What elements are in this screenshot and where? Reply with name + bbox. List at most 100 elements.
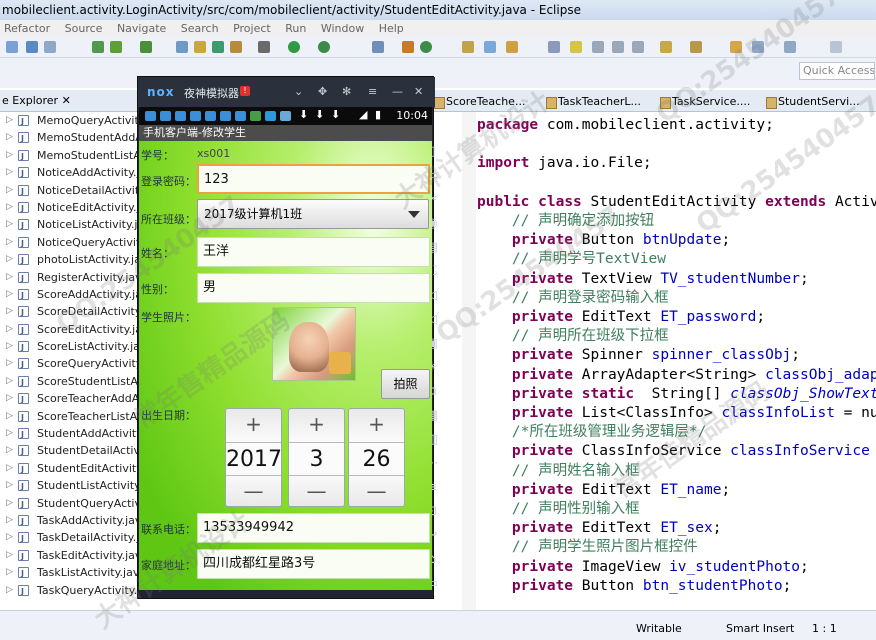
highlight-icon[interactable] (570, 41, 582, 53)
file-item[interactable]: ▷ MemoQueryActivity.j (0, 112, 140, 130)
expand-arrow-icon[interactable]: ▷ (6, 234, 13, 251)
month-picker[interactable]: +3— (288, 408, 345, 507)
minimize-icon[interactable]: — (392, 85, 403, 98)
menu-source[interactable]: Source (65, 22, 103, 35)
file-item[interactable]: ▷ MemoStudentAddAct (0, 129, 140, 147)
file-item[interactable]: ▷ ScoreListActivity.java (0, 338, 140, 356)
show-whitespace-icon[interactable] (612, 41, 624, 53)
annotation-icon[interactable] (660, 41, 672, 53)
menu-window[interactable]: Window (321, 22, 364, 35)
month-plus-button[interactable]: + (289, 409, 344, 439)
student-photo[interactable] (272, 307, 356, 381)
folder-icon[interactable] (230, 41, 242, 53)
file-item[interactable]: ▷ ScoreAddActivity.java (0, 286, 140, 304)
password-input[interactable]: 123 (197, 164, 430, 194)
run-icon[interactable] (288, 41, 300, 53)
year-picker[interactable]: +2017— (225, 408, 282, 507)
file-item[interactable]: ▷ TaskEditActivity.java (0, 547, 140, 565)
open-type-icon[interactable] (402, 41, 414, 53)
keyboard-icon[interactable]: ✥ (318, 85, 327, 98)
editor-tab-score-teacher[interactable]: ScoreTeache... (432, 92, 525, 112)
menu-project[interactable]: Project (233, 22, 271, 35)
month-value[interactable]: 3 (289, 442, 344, 476)
external-tools-icon[interactable] (318, 41, 330, 53)
menu-help[interactable]: Help (379, 22, 404, 35)
settings-icon[interactable]: ✻ (342, 85, 351, 98)
mark-occurrences-icon[interactable] (548, 41, 560, 53)
chevron-down-icon[interactable]: ⌄ (294, 85, 303, 98)
editor-tab-student-service[interactable]: StudentServi... (764, 92, 860, 112)
file-item[interactable]: ▷ TaskDetailActivity.ja (0, 529, 140, 547)
year-plus-button[interactable]: + (226, 409, 281, 439)
expand-arrow-icon[interactable]: ▷ (6, 408, 13, 425)
file-item[interactable]: ▷ TaskQueryActivity.java (0, 582, 140, 600)
sex-input[interactable]: 男 (197, 273, 430, 303)
expand-arrow-icon[interactable]: ▷ (6, 269, 13, 286)
file-item[interactable]: ▷ ScoreTeacherAddAct (0, 390, 140, 408)
year-minus-button[interactable]: — (226, 476, 281, 506)
file-item[interactable]: ▷ ScoreStudentListActi (0, 373, 140, 391)
file-item[interactable]: ▷ TaskAddActivity.java (0, 512, 140, 530)
save-icon[interactable] (26, 41, 38, 53)
menu-run[interactable]: Run (285, 22, 306, 35)
java-project-icon[interactable] (176, 41, 188, 53)
file-item[interactable]: ▷ ScoreQueryActivity.ja (0, 355, 140, 373)
search-icon[interactable] (372, 41, 384, 53)
expand-arrow-icon[interactable]: ▷ (6, 338, 13, 355)
save-all-icon[interactable] (44, 41, 56, 53)
paragraph-icon[interactable] (632, 41, 644, 53)
file-item[interactable]: ▷ ScoreTeacherListAct (0, 408, 140, 426)
file-item[interactable]: ▷ ScoreDetailActivity.ja (0, 303, 140, 321)
expand-arrow-icon[interactable]: ▷ (6, 199, 13, 216)
expand-arrow-icon[interactable]: ▷ (6, 286, 13, 303)
close-icon[interactable]: ✕ (414, 85, 423, 98)
menu-search[interactable]: Search (181, 22, 219, 35)
new-icon[interactable] (6, 41, 18, 53)
expand-arrow-icon[interactable]: ▷ (6, 390, 13, 407)
expand-arrow-icon[interactable]: ▷ (6, 216, 13, 233)
file-item[interactable]: ▷ NoticeDetailActivity. (0, 182, 140, 200)
file-item[interactable]: ▷ StudentEditActivity.ja (0, 460, 140, 478)
take-photo-button[interactable]: 拍照 (381, 369, 430, 399)
name-input[interactable]: 王洋 (197, 237, 430, 267)
menu-refactor[interactable]: Refactor (4, 22, 50, 35)
close-icon[interactable]: ✕ (62, 94, 71, 107)
expand-arrow-icon[interactable]: ▷ (6, 547, 13, 564)
expand-arrow-icon[interactable]: ▷ (6, 129, 13, 146)
expand-arrow-icon[interactable]: ▷ (6, 582, 13, 599)
package-icon[interactable] (194, 41, 206, 53)
task-icon[interactable] (484, 41, 496, 53)
day-picker[interactable]: +26— (348, 408, 405, 507)
expand-arrow-icon[interactable]: ▷ (6, 182, 13, 199)
file-item[interactable]: ▷ StudentListActivity.ja (0, 477, 140, 495)
expand-arrow-icon[interactable]: ▷ (6, 564, 13, 581)
file-item[interactable]: ▷ StudentQueryActivity (0, 495, 140, 513)
file-item[interactable]: ▷ RegisterActivity.java (0, 269, 140, 287)
code-editor[interactable]: package com.mobileclient.activity; import… (462, 112, 876, 610)
expand-arrow-icon[interactable]: ▷ (6, 251, 13, 268)
expand-arrow-icon[interactable]: ▷ (6, 512, 13, 529)
file-item[interactable]: ▷ photoListActivity.java (0, 251, 140, 269)
prev-annotation-icon[interactable] (690, 41, 702, 53)
class-icon[interactable] (212, 41, 224, 53)
refresh-icon[interactable] (420, 41, 432, 53)
forward-icon[interactable] (784, 41, 796, 53)
pen-icon[interactable] (506, 41, 518, 53)
open-resource-icon[interactable] (462, 41, 474, 53)
class-spinner[interactable]: 2017级计算机1班 (197, 199, 429, 229)
day-value[interactable]: 26 (349, 442, 404, 476)
file-item[interactable]: ▷ StudentDetailActivity (0, 442, 140, 460)
package-explorer-tab[interactable]: e Explorer ✕ (0, 90, 71, 112)
back-icon[interactable] (730, 41, 742, 53)
expand-arrow-icon[interactable]: ▷ (6, 303, 13, 320)
file-item[interactable]: ▷ NoticeAddActivity.ja (0, 164, 140, 182)
expand-arrow-icon[interactable]: ▷ (6, 373, 13, 390)
expand-arrow-icon[interactable]: ▷ (6, 477, 13, 494)
back-dropdown-icon[interactable] (752, 41, 764, 53)
expand-arrow-icon[interactable]: ▷ (6, 164, 13, 181)
expand-arrow-icon[interactable]: ▷ (6, 442, 13, 459)
menu-icon[interactable]: ≡ (368, 85, 377, 98)
file-item[interactable]: ▷ MemoStudentListAct (0, 147, 140, 165)
editor-tab-task-service[interactable]: TaskService.... (658, 92, 750, 112)
file-item[interactable]: ▷ StudentAddActivity.ja (0, 425, 140, 443)
